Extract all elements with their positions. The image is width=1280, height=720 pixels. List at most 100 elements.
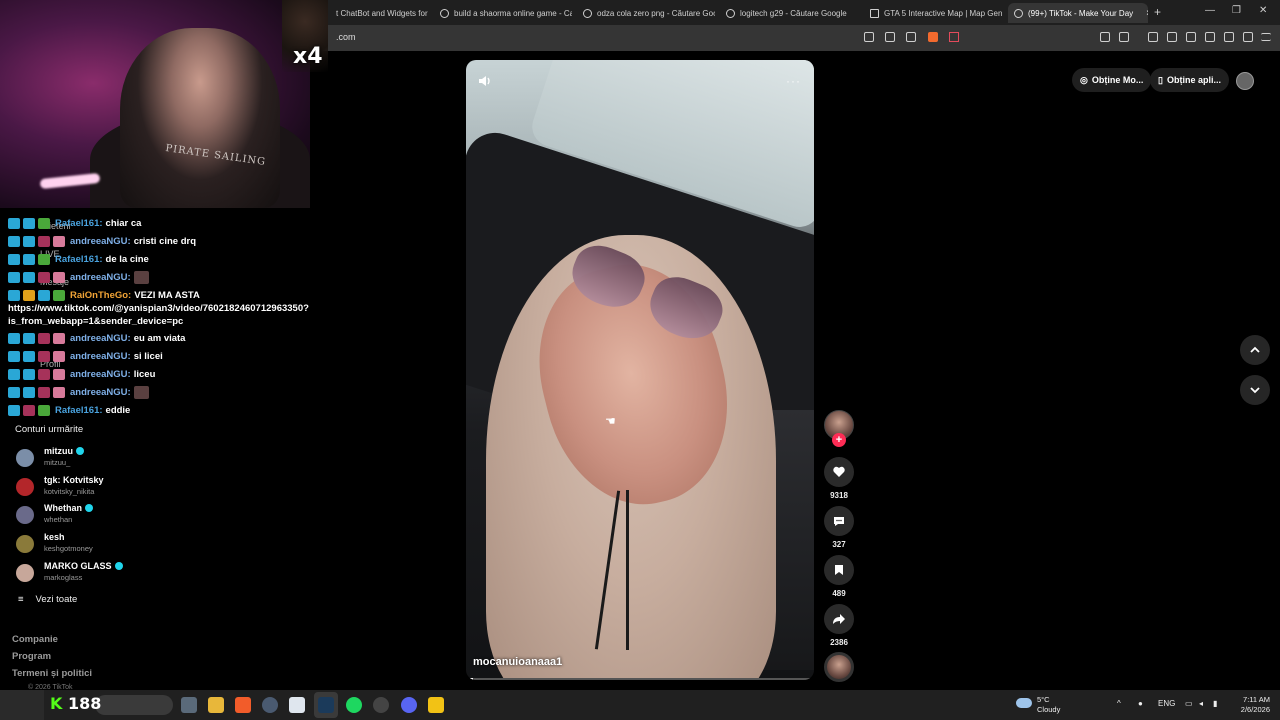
account-item[interactable]: Whethan whethan bbox=[16, 503, 216, 529]
minimize-icon[interactable]: — bbox=[1205, 5, 1215, 16]
tab-label: t ChatBot and Widgets for bbox=[336, 8, 428, 18]
follow-plus-icon[interactable]: + bbox=[832, 433, 846, 447]
clock[interactable]: 7:11 AM 2/6/2026 bbox=[1222, 695, 1270, 715]
tab-cola[interactable]: odza cola zero png - Căutare Goo bbox=[577, 3, 715, 23]
tab-chatbot[interactable]: t ChatBot and Widgets for bbox=[330, 3, 430, 23]
battery-icon[interactable]: ▮ bbox=[1213, 699, 1217, 708]
settings-icon[interactable] bbox=[262, 697, 278, 713]
music-icon[interactable] bbox=[1167, 32, 1177, 42]
chat-link-text[interactable]: https://www.tiktok.com/@yanispian3/video… bbox=[8, 302, 338, 328]
account-name: kesh bbox=[44, 532, 65, 542]
rewards-icon[interactable] bbox=[949, 32, 959, 42]
chat-text: eu am viata bbox=[133, 332, 186, 344]
chat-username: RaiOnTheGo: bbox=[70, 289, 132, 301]
cast-icon[interactable] bbox=[885, 32, 895, 42]
see-all-label: Vezi toate bbox=[35, 594, 78, 605]
menu-icon[interactable] bbox=[1261, 33, 1271, 41]
weather-widget[interactable]: 5°C Cloudy bbox=[1037, 695, 1060, 715]
vpn-icon[interactable] bbox=[1243, 32, 1253, 42]
footer-company[interactable]: Companie bbox=[12, 634, 58, 645]
sidebar-icon[interactable] bbox=[1186, 32, 1196, 42]
share-arrow-icon bbox=[833, 614, 845, 624]
store-icon[interactable] bbox=[289, 697, 305, 713]
profile-avatar[interactable] bbox=[1236, 72, 1254, 90]
start-avatar[interactable] bbox=[0, 690, 44, 720]
like-count: 9318 bbox=[830, 491, 848, 500]
video-player[interactable]: ··· mocanuioanaaa1 bbox=[466, 60, 814, 680]
save-button[interactable] bbox=[824, 555, 854, 585]
mic-icon[interactable]: ● bbox=[1138, 699, 1143, 708]
video-progress[interactable] bbox=[466, 678, 814, 680]
account-item[interactable]: kesh keshgotmoney bbox=[16, 532, 216, 558]
like-button[interactable] bbox=[824, 457, 854, 487]
steam-icon[interactable] bbox=[318, 697, 334, 713]
badge-icon bbox=[38, 271, 50, 283]
taskbar-search[interactable] bbox=[95, 695, 173, 715]
tab-label: build a shaorma online game - Ca bbox=[454, 8, 572, 18]
camera-off-icon[interactable] bbox=[864, 32, 874, 42]
get-app-button[interactable]: ▯ Obține apli... bbox=[1150, 68, 1229, 92]
close-tab-icon[interactable]: × bbox=[1146, 8, 1148, 19]
music-disc-icon[interactable] bbox=[824, 652, 854, 682]
badge-icon bbox=[38, 253, 50, 265]
brave-icon[interactable] bbox=[235, 697, 251, 713]
wallet-icon[interactable] bbox=[1119, 32, 1129, 42]
account-item[interactable]: MARKO GLASS markoglass bbox=[16, 561, 216, 587]
extensions-icon[interactable] bbox=[1100, 32, 1110, 42]
footer-terms[interactable]: Termeni și politici bbox=[12, 668, 92, 679]
badge-icon bbox=[8, 289, 20, 301]
account-item[interactable]: tgk: Kotvitsky kotvitsky_nikita bbox=[16, 475, 216, 501]
tab-tiktok[interactable]: (99+) TikTok - Make Your Day × bbox=[1008, 3, 1148, 23]
footer-program[interactable]: Program bbox=[12, 651, 51, 662]
badge-icon bbox=[8, 350, 20, 362]
chat-message: Rafael161: chiar ca bbox=[8, 214, 141, 232]
volume-icon[interactable] bbox=[478, 74, 492, 88]
badge-icon bbox=[23, 235, 35, 247]
account-item[interactable]: mitzuu mitzuu_ bbox=[16, 446, 216, 472]
google-icon bbox=[726, 8, 735, 18]
chat-message: andreeaNGU: bbox=[8, 383, 149, 401]
badge-icon bbox=[23, 332, 35, 344]
chat-message: andreeaNGU: eu am viata bbox=[8, 329, 185, 347]
rockstar-icon[interactable] bbox=[428, 697, 444, 713]
discord-icon[interactable] bbox=[401, 697, 417, 713]
account-handle: whethan bbox=[44, 515, 73, 524]
tray-chevron-icon[interactable]: ^ bbox=[1117, 699, 1121, 708]
avatar bbox=[16, 478, 34, 496]
next-video-button[interactable] bbox=[1240, 375, 1270, 405]
new-tab-icon[interactable]: + bbox=[1154, 5, 1161, 19]
share-icon[interactable] bbox=[906, 32, 916, 42]
url-text[interactable]: .com bbox=[336, 32, 356, 42]
spotify-icon[interactable] bbox=[346, 697, 362, 713]
chat-message: andreeaNGU: cristi cine drq bbox=[8, 232, 196, 250]
brave-shield-icon[interactable] bbox=[928, 32, 938, 42]
get-coins-button[interactable]: ◎ Obține Mo... bbox=[1072, 68, 1152, 92]
tab-logitech[interactable]: logitech g29 - Căutare Google bbox=[720, 3, 858, 23]
more-icon[interactable]: ··· bbox=[786, 74, 801, 88]
download-icon[interactable] bbox=[1148, 32, 1158, 42]
close-window-icon[interactable]: ✕ bbox=[1259, 5, 1267, 16]
obs-icon[interactable] bbox=[373, 697, 389, 713]
task-view-icon[interactable] bbox=[181, 697, 197, 713]
streamer bbox=[120, 28, 280, 208]
kick-logo-icon: K bbox=[50, 694, 63, 713]
language-indicator[interactable]: ENG bbox=[1158, 699, 1175, 708]
see-all-button[interactable]: ≡ Vezi toate bbox=[18, 594, 77, 605]
network-icon[interactable]: ▭ bbox=[1185, 699, 1193, 708]
wallet2-icon[interactable] bbox=[1205, 32, 1215, 42]
video-username[interactable]: mocanuioanaaa1 bbox=[473, 656, 562, 668]
chat-username: Rafael161: bbox=[55, 253, 103, 265]
chat-message: andreeaNGU: liceu bbox=[8, 365, 155, 383]
share-button[interactable] bbox=[824, 604, 854, 634]
restore-icon[interactable]: ❐ bbox=[1232, 5, 1241, 16]
badge-icon bbox=[38, 386, 50, 398]
previous-video-button[interactable] bbox=[1240, 335, 1270, 365]
comment-button[interactable] bbox=[824, 506, 854, 536]
tab-gta-map[interactable]: GTA 5 Interactive Map | Map Gen bbox=[864, 3, 1002, 23]
volume-tray-icon[interactable]: ◂ bbox=[1199, 699, 1203, 708]
tab-shaorma[interactable]: build a shaorma online game - Ca bbox=[434, 3, 572, 23]
google-icon bbox=[440, 8, 449, 18]
leo-icon[interactable] bbox=[1224, 32, 1234, 42]
chat-text: de la cine bbox=[105, 253, 149, 265]
file-explorer-icon[interactable] bbox=[208, 697, 224, 713]
